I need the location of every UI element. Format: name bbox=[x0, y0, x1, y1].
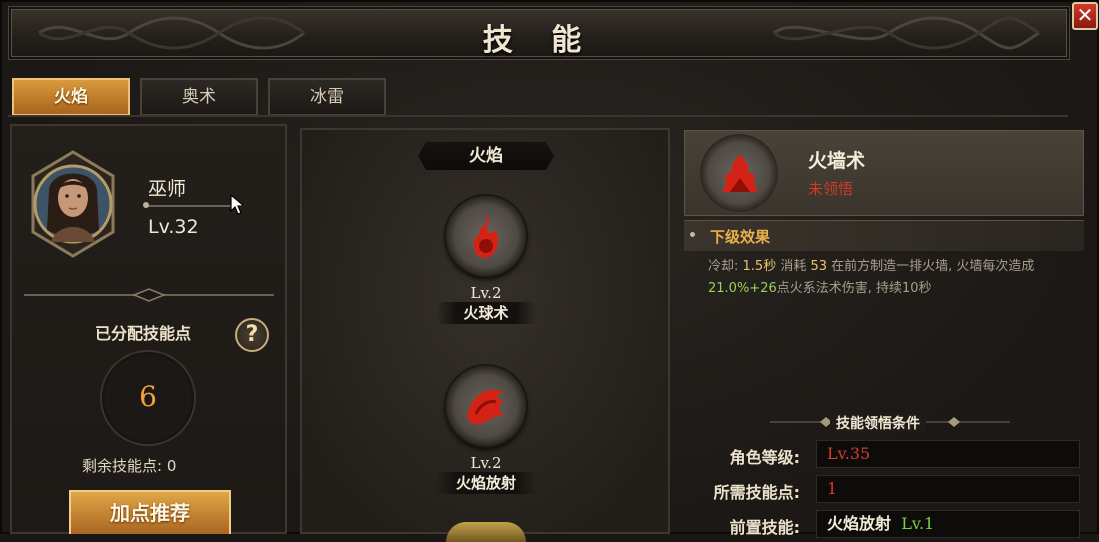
allocated-points-label: 已分配技能点 bbox=[95, 324, 192, 343]
condition-value-box: Lv.35 bbox=[816, 440, 1080, 468]
fireball-icon bbox=[473, 214, 498, 258]
skill-level: Lv.2 bbox=[470, 284, 502, 302]
skill-status: 未领悟 bbox=[808, 180, 854, 198]
branch-title: 火焰 bbox=[418, 142, 554, 170]
character-level: Lv.32 bbox=[148, 216, 199, 238]
close-icon: ✕ bbox=[1076, 3, 1094, 27]
close-button[interactable]: ✕ bbox=[1072, 2, 1098, 30]
fire-wall-icon bbox=[722, 154, 758, 192]
tab-arcane[interactable]: 奥术 bbox=[140, 78, 258, 116]
avatar bbox=[31, 150, 115, 258]
recommend-button[interactable]: 加点推荐 bbox=[69, 490, 231, 534]
skill-detail-icon bbox=[700, 134, 778, 212]
character-class: 巫师 bbox=[148, 178, 187, 200]
prerequisite-skill: 火焰放射 bbox=[827, 514, 892, 533]
skill-node-fireball[interactable] bbox=[446, 196, 526, 276]
condition-value-box: 1 bbox=[816, 475, 1080, 503]
condition-label: 角色等级: bbox=[729, 448, 800, 467]
tab-fire[interactable]: 火焰 bbox=[12, 78, 130, 116]
required-level: Lv.35 bbox=[827, 444, 871, 463]
conditions-title: 技能领悟条件 bbox=[830, 413, 926, 433]
condition-label: 所需技能点: bbox=[713, 483, 800, 502]
skill-detail-name: 火墙术 bbox=[808, 150, 866, 172]
exp-marker bbox=[143, 202, 149, 208]
window-title: 技 能 bbox=[482, 23, 596, 58]
skill-level: Lv.2 bbox=[470, 454, 502, 472]
condition-label: 前置技能: bbox=[729, 518, 800, 537]
skill-description: 冷却: 1.5秒 消耗 53 在前方制造一排火墙, 火墙每次造成21.0%+26… bbox=[708, 259, 1035, 296]
skill-name: 火焰放射 bbox=[436, 472, 536, 494]
flame-spray-icon bbox=[467, 389, 504, 425]
tab-frost-lightning[interactable]: 冰雷 bbox=[268, 78, 386, 116]
mouse-cursor-icon bbox=[230, 194, 246, 215]
next-level-title: 下级效果 bbox=[710, 228, 771, 246]
skill-name: 火球术 bbox=[436, 302, 536, 324]
window-header: 技 能 bbox=[8, 6, 1070, 60]
remaining-points: 剩余技能点: 0 bbox=[82, 457, 177, 475]
prerequisite-level: Lv.1 bbox=[901, 514, 935, 533]
allocated-points-value: 6 bbox=[139, 380, 157, 413]
ornament-divider bbox=[24, 288, 274, 302]
required-points: 1 bbox=[827, 479, 838, 498]
bullet-icon bbox=[690, 232, 695, 237]
tab-divider bbox=[8, 115, 1068, 117]
skill-node-flame-spray[interactable] bbox=[446, 366, 526, 446]
help-icon[interactable]: ? bbox=[235, 318, 269, 352]
skill-node-next[interactable] bbox=[446, 522, 526, 542]
